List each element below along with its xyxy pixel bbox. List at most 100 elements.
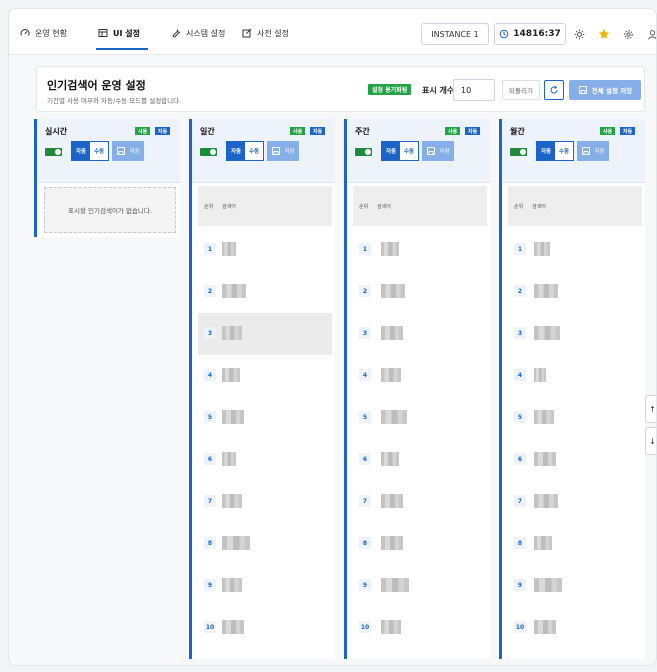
table-row[interactable]: 2 [353, 271, 487, 313]
page-subtitle: 기간별 사용 여부와 자동/수동 모드를 설정합니다. [47, 97, 182, 105]
revert-button[interactable]: 되돌리기 [502, 80, 540, 100]
table-row[interactable]: 10 [353, 607, 487, 649]
user-icon[interactable] [645, 27, 656, 41]
table-row[interactable]: 7 [353, 481, 487, 523]
rank-column-header: 순위 [204, 204, 214, 210]
table-row[interactable]: 8 [353, 523, 487, 565]
rank-number: 8 [204, 537, 216, 549]
keyword-cell-redacted [534, 494, 558, 508]
table-row[interactable]: 1 [198, 229, 332, 271]
keyword-cell-redacted [381, 452, 399, 466]
edit-icon [242, 28, 252, 38]
star-icon[interactable] [597, 27, 611, 41]
table-row[interactable]: 2 [508, 271, 642, 313]
tab-operations[interactable]: 운영 현황 [20, 26, 67, 40]
table-row[interactable]: 4 [353, 355, 487, 397]
table-row[interactable]: 5 [508, 397, 642, 439]
table-row[interactable]: 2 [198, 271, 332, 313]
table-row[interactable]: 4 [508, 355, 642, 397]
tab-label: 시스템 설정 [186, 28, 226, 38]
table-row[interactable]: 6 [508, 439, 642, 481]
rank-number: 6 [514, 453, 526, 465]
column-save-button[interactable]: 저장 [112, 141, 144, 161]
mode-auto-button[interactable]: 자동 [72, 142, 90, 160]
refresh-button[interactable] [544, 80, 564, 100]
save-icon [426, 146, 436, 156]
table-row[interactable]: 3 [198, 313, 332, 355]
table-row[interactable]: 5 [353, 397, 487, 439]
use-toggle[interactable] [510, 148, 527, 156]
page-title: 인기검색어 운영 설정 [47, 79, 146, 92]
clock-time: 14816:37 [513, 29, 561, 39]
keyword-cell-redacted [534, 452, 556, 466]
mode-auto-button[interactable]: 자동 [537, 142, 555, 160]
rank-number: 4 [359, 369, 371, 381]
table-row[interactable]: 7 [508, 481, 642, 523]
use-toggle[interactable] [355, 148, 372, 156]
table-row[interactable]: 6 [198, 439, 332, 481]
column-weekly: 주간 사용 자동 자동 수동 저장 순위 검색어 1 2 3 4 5 6 7 8 9 10 [344, 119, 490, 659]
instance-selector[interactable]: INSTANCE 1 [421, 23, 489, 45]
wrench-icon [171, 28, 181, 38]
tab-ui-settings[interactable]: UI 설정 [98, 26, 140, 40]
table-row[interactable]: 10 [198, 607, 332, 649]
use-toggle[interactable] [200, 148, 217, 156]
table-row[interactable]: 9 [353, 565, 487, 607]
table-row[interactable]: 9 [198, 565, 332, 607]
column-header: 월간 사용 자동 자동 수동 저장 [502, 119, 645, 183]
table-row[interactable]: 6 [353, 439, 487, 481]
table-row[interactable]: 7 [198, 481, 332, 523]
display-count-input[interactable] [453, 79, 495, 101]
mode-manual-button[interactable]: 수동 [245, 142, 263, 160]
table-row[interactable]: 5 [198, 397, 332, 439]
column-save-button[interactable]: 저장 [422, 141, 454, 161]
mode-auto-button[interactable]: 자동 [382, 142, 400, 160]
column-save-button[interactable]: 저장 [577, 141, 609, 161]
keyword-cell-redacted [222, 410, 244, 424]
mode-manual-button[interactable]: 수동 [90, 142, 108, 160]
table-row[interactable]: 1 [353, 229, 487, 271]
keyword-cell-redacted [534, 410, 554, 424]
display-count-label: 표시 개수 [422, 86, 455, 95]
column-title: 주간 [355, 127, 370, 136]
keyword-cell-redacted [534, 242, 550, 256]
save-icon [116, 146, 126, 156]
table-row[interactable]: 1 [508, 229, 642, 271]
table-row[interactable]: 3 [508, 313, 642, 355]
refresh-icon [549, 85, 559, 95]
use-toggle[interactable] [45, 148, 62, 156]
active-tab-indicator [96, 48, 148, 50]
sun-icon[interactable] [572, 27, 586, 41]
mode-switch: 자동 수동 [71, 141, 109, 161]
tab-system-settings[interactable]: 시스템 설정 [171, 26, 225, 40]
mode-manual-button[interactable]: 수동 [555, 142, 573, 160]
column-save-button[interactable]: 저장 [267, 141, 299, 161]
keyword-column-header: 검색어 [532, 204, 546, 210]
use-tag: 사용 [290, 127, 306, 135]
mode-auto-button[interactable]: 자동 [227, 142, 245, 160]
table-row[interactable]: 8 [508, 523, 642, 565]
settings-header: 인기검색어 운영 설정 기간별 사용 여부와 자동/수동 모드를 설정합니다. … [36, 66, 645, 112]
mode-switch: 자동 수동 [226, 141, 264, 161]
table-row[interactable]: 8 [198, 523, 332, 565]
gear-icon[interactable] [621, 27, 635, 41]
table-row[interactable]: 10 [508, 607, 642, 649]
mode-manual-button[interactable]: 수동 [400, 142, 418, 160]
ranking-table-header: 순위 검색어 [353, 186, 487, 226]
table-row[interactable]: 3 [353, 313, 487, 355]
keyword-cell-redacted [534, 536, 552, 550]
rank-number: 3 [204, 327, 216, 339]
clock-icon [499, 29, 509, 39]
scroll-down-button[interactable]: ↓ [645, 427, 656, 455]
column-realtime: 실시간 사용 자동 자동 수동 저장 표시할 인기검색어가 없습니다. [34, 119, 180, 237]
tab-dictionary-settings[interactable]: 사전 설정 [242, 26, 289, 40]
use-tag: 사용 [135, 127, 151, 135]
table-row[interactable]: 9 [508, 565, 642, 607]
tab-label: UI 설정 [113, 28, 140, 38]
rank-number: 1 [359, 243, 371, 255]
ranking-table-header: 순위 검색어 [508, 186, 642, 226]
save-all-button[interactable]: 전체 설정 저장 [569, 80, 641, 100]
table-row[interactable]: 4 [198, 355, 332, 397]
keyword-cell-redacted [222, 242, 236, 256]
scroll-up-button[interactable]: ↑ [645, 395, 656, 423]
